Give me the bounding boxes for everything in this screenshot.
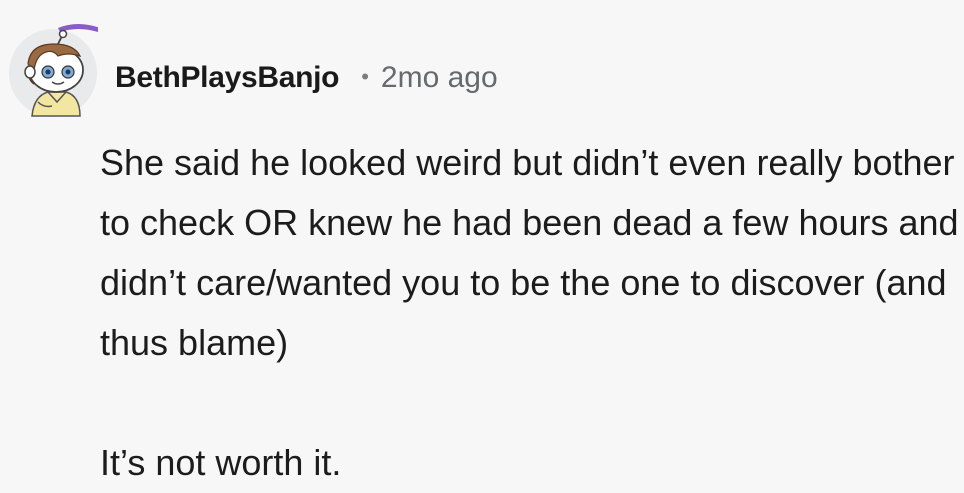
comment: BethPlaysBanjo • 2mo ago She said he loo… — [0, 0, 964, 483]
comment-meta: BethPlaysBanjo • 2mo ago — [115, 58, 498, 98]
snoo-avatar-icon[interactable] — [8, 18, 98, 118]
comment-paragraph: It’s not worth it. — [100, 442, 342, 483]
comment-timestamp[interactable]: 2mo ago — [381, 61, 498, 95]
comment-body: She said he looked weird but didn’t even… — [100, 133, 960, 493]
comment-paragraph: She said he looked weird but didn’t even… — [100, 142, 959, 363]
meta-separator: • — [361, 64, 369, 89]
author-username[interactable]: BethPlaysBanjo — [115, 61, 340, 95]
